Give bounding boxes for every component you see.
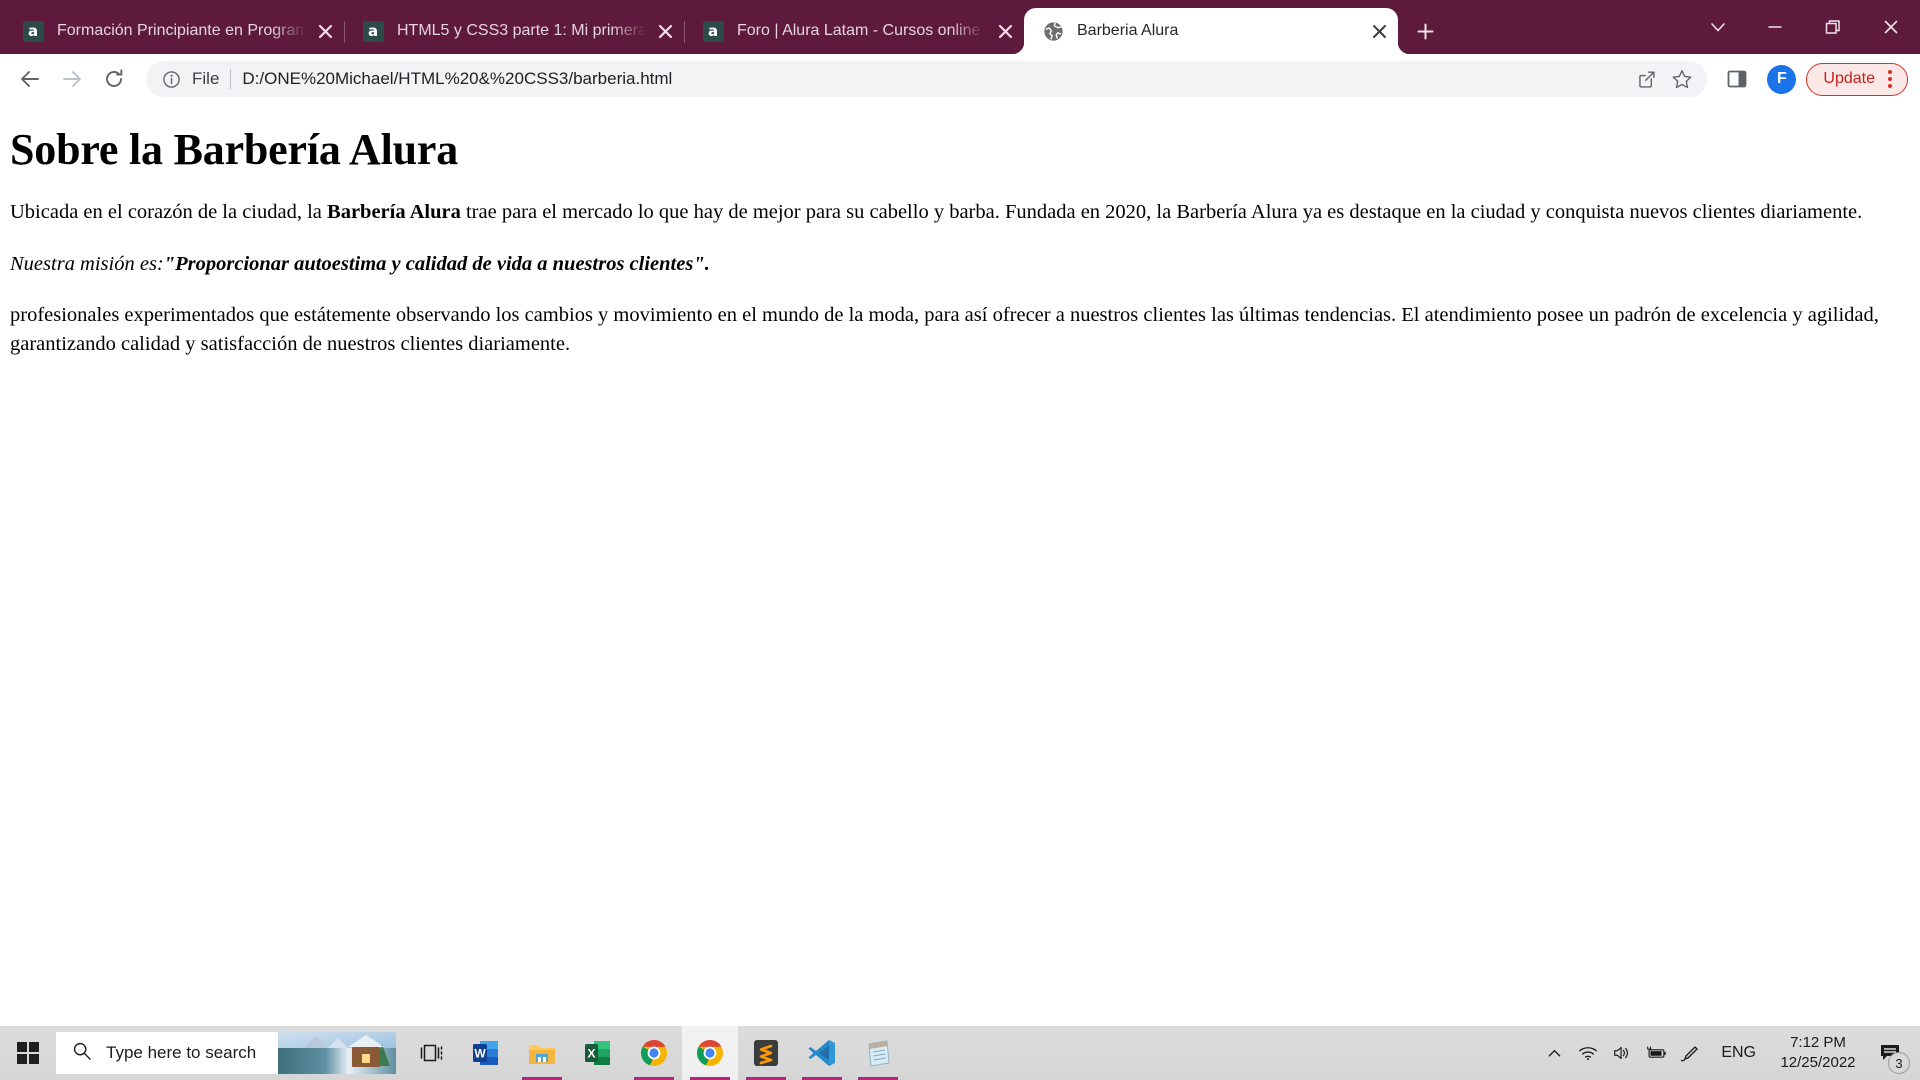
system-tray: ENG 7:12 PM 12/25/2022 3: [1537, 1026, 1920, 1080]
taskbar-app-file-explorer[interactable]: [514, 1026, 570, 1080]
maximize-restore-button[interactable]: [1804, 7, 1862, 47]
clock[interactable]: 7:12 PM 12/25/2022: [1770, 1033, 1866, 1073]
share-icon[interactable]: [1629, 62, 1663, 96]
paragraph-professionals: profesionales experimentados que estátem…: [10, 303, 1879, 355]
window-controls: [1690, 0, 1920, 54]
battery-charging-icon[interactable]: [1639, 1026, 1673, 1080]
tab-search-chevron-icon[interactable]: [1690, 7, 1746, 47]
speaker-icon[interactable]: [1605, 1026, 1639, 1080]
side-panel-icon[interactable]: [1717, 59, 1757, 99]
search-placeholder: Type here to search: [106, 1043, 257, 1062]
chevron-up-icon[interactable]: [1537, 1026, 1571, 1080]
language-indicator[interactable]: ENG: [1707, 1044, 1770, 1062]
new-tab-button[interactable]: [1408, 14, 1442, 48]
page-title: Sobre la Barbería Alura: [10, 125, 459, 174]
tab-corner: [1398, 42, 1410, 54]
windows-logo-icon: [17, 1042, 39, 1064]
info-circle-icon[interactable]: [160, 70, 182, 89]
cabin-shape: [348, 1035, 384, 1067]
star-icon[interactable]: [1665, 62, 1699, 96]
tab-strip: a Formación Principiante en Programación…: [0, 0, 1920, 54]
start-button[interactable]: [0, 1026, 56, 1080]
windows-taskbar: Type here to search W X ENG 7:12 PM 12/2…: [0, 1026, 1920, 1080]
pen-icon[interactable]: [1673, 1026, 1707, 1080]
tab-title: HTML5 y CSS3 parte 1: Mi primera página: [397, 22, 646, 39]
browser-tab[interactable]: a Formación Principiante en Programación…: [4, 8, 344, 54]
browser-tab-active[interactable]: Barberia Alura: [1012, 8, 1410, 54]
close-button[interactable]: [1862, 7, 1920, 47]
taskbar-app-word[interactable]: W: [458, 1026, 514, 1080]
taskbar-apps: W X: [458, 1026, 906, 1080]
kebab-menu-icon[interactable]: [1879, 66, 1901, 92]
notification-count-badge: 3: [1888, 1052, 1910, 1074]
alura-a-icon: a: [702, 20, 724, 42]
taskbar-search[interactable]: Type here to search: [56, 1032, 396, 1074]
alura-a-icon: a: [362, 20, 384, 42]
browser-window: a Formación Principiante en Programación…: [0, 0, 1920, 1026]
svg-text:X: X: [587, 1047, 595, 1061]
tab-title: Formación Principiante en Programación..…: [57, 22, 306, 39]
tab-title: Barberia Alura: [1077, 22, 1179, 39]
tab-close-icon[interactable]: [312, 18, 338, 44]
notepad-icon: [868, 1040, 890, 1067]
reload-button[interactable]: [94, 59, 134, 99]
taskbar-app-excel[interactable]: X: [570, 1026, 626, 1080]
taskbar-app-notepad[interactable]: [850, 1026, 906, 1080]
omnibox-actions: [1629, 62, 1699, 96]
omnibox-divider: [230, 69, 232, 89]
browser-toolbar: File D:/ONE%20Michael/HTML%20&%20CSS3/ba…: [0, 54, 1920, 104]
alura-a-icon: a: [22, 20, 44, 42]
mission-lead: Nuestra misión es:: [10, 252, 164, 275]
paragraph-mission: Nuestra misión es:"Proporcionar autoesti…: [10, 250, 1912, 279]
clock-time: 7:12 PM: [1790, 1034, 1846, 1052]
tab-close-icon[interactable]: [992, 18, 1018, 44]
url-scheme-label: File: [192, 69, 220, 88]
task-view-icon[interactable]: [406, 1026, 458, 1080]
clock-date: 12/25/2022: [1780, 1054, 1856, 1071]
update-label: Update: [1823, 70, 1875, 87]
vscode-icon: [808, 1040, 835, 1066]
back-button[interactable]: [10, 59, 50, 99]
url-text[interactable]: D:/ONE%20Michael/HTML%20&%20CSS3/barberi…: [242, 69, 1629, 89]
browser-tab[interactable]: a HTML5 y CSS3 parte 1: Mi primera págin…: [344, 8, 684, 54]
chrome-icon: [696, 1040, 723, 1066]
sublime-text-icon: [754, 1040, 778, 1066]
para1-part2: trae para el mercado lo que hay de mejor…: [460, 201, 1863, 224]
notification-center-button[interactable]: 3: [1866, 1026, 1914, 1080]
update-button[interactable]: Update: [1806, 62, 1908, 96]
forward-button[interactable]: [52, 59, 92, 99]
search-illustration: [278, 1032, 396, 1074]
taskbar-app-chrome[interactable]: [626, 1026, 682, 1080]
globe-icon: [1042, 20, 1064, 42]
browser-tab[interactable]: a Foro | Alura Latam - Cursos online de.…: [684, 8, 1024, 54]
paragraph-about: Ubicada en el corazón de la ciudad, la B…: [10, 198, 1912, 227]
profile-avatar[interactable]: F: [1767, 64, 1797, 94]
tab-close-icon[interactable]: [1366, 18, 1392, 44]
search-icon: [72, 1041, 92, 1066]
taskbar-app-vscode[interactable]: [794, 1026, 850, 1080]
file-explorer-icon: [529, 1045, 555, 1064]
word-icon: W: [473, 1041, 498, 1065]
tab-title: Foro | Alura Latam - Cursos online de...: [737, 22, 986, 39]
taskbar-app-chrome-active[interactable]: [682, 1026, 738, 1080]
chrome-icon: [640, 1040, 667, 1066]
taskbar-app-sublime-text[interactable]: [738, 1026, 794, 1080]
svg-text:W: W: [474, 1047, 486, 1061]
page-content: Sobre la Barbería Alura Ubicada en el co…: [0, 104, 1920, 1026]
para1-part1: Ubicada en el corazón de la ciudad, la: [10, 201, 328, 224]
minimize-button[interactable]: [1746, 7, 1804, 47]
tab-close-icon[interactable]: [652, 18, 678, 44]
excel-icon: X: [585, 1041, 610, 1065]
mission-quote: "Proporcionar autoestima y calidad de vi…: [163, 252, 710, 275]
address-bar[interactable]: File D:/ONE%20Michael/HTML%20&%20CSS3/ba…: [146, 61, 1708, 97]
para1-bold: Barbería Alura: [327, 201, 461, 224]
wifi-icon[interactable]: [1571, 1026, 1605, 1080]
